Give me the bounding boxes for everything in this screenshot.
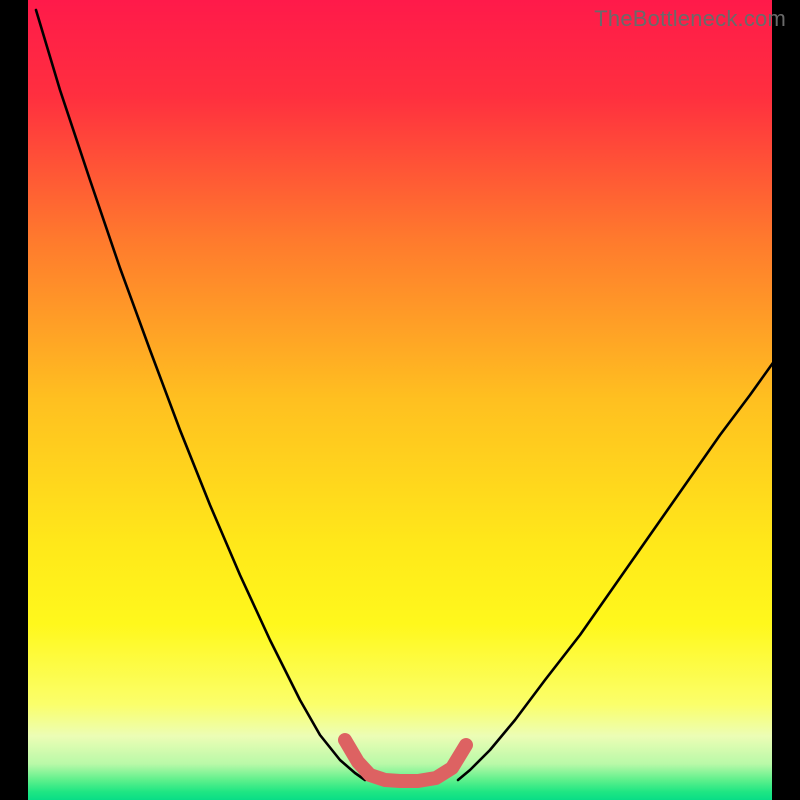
watermark-text: TheBottleneck.com <box>594 6 786 32</box>
chart-gradient-bg <box>28 0 772 800</box>
bottleneck-chart: TheBottleneck.com <box>0 0 800 800</box>
chart-svg <box>0 0 800 800</box>
